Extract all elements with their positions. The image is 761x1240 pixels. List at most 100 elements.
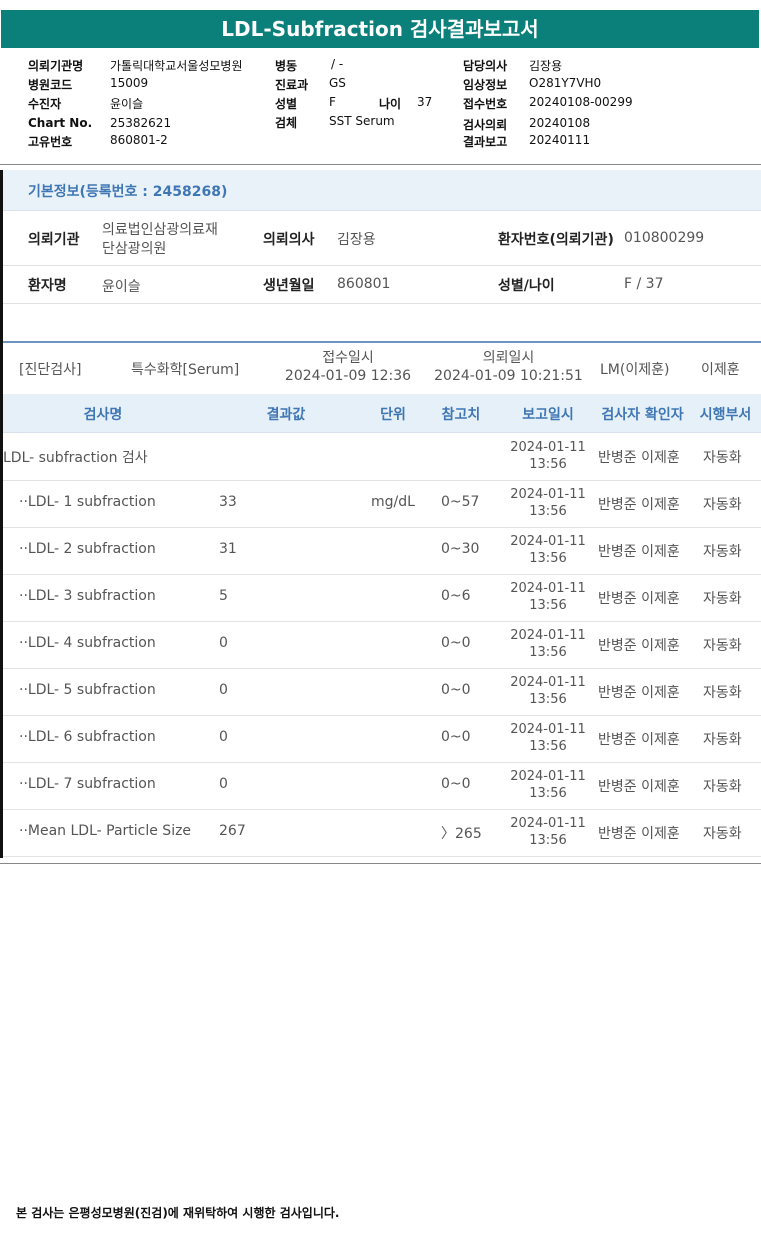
sex-value: F bbox=[329, 95, 336, 109]
basic-info-title: 기본정보(등록번호 : 2458268) bbox=[28, 184, 228, 200]
checker-cell: 반병준 이제훈 bbox=[598, 450, 680, 466]
checker-cell: 반병준 이제훈 bbox=[598, 544, 680, 560]
col-reference: 참고치 bbox=[441, 407, 481, 423]
inst-label: 의뢰기관 bbox=[28, 232, 80, 248]
meta-label: 접수번호 bbox=[463, 97, 508, 111]
specimen-value: SST Serum bbox=[329, 114, 395, 128]
result-cell: 0 bbox=[219, 776, 228, 792]
divider bbox=[0, 863, 761, 864]
report-date-cell: 2024-01-11 bbox=[510, 628, 586, 643]
checker-cell: 반병준 이제훈 bbox=[598, 732, 680, 748]
result-cell: 0 bbox=[219, 729, 228, 745]
basic-info-row: 환자명 윤이슬 생년월일 860801 성별/나이 F / 37 bbox=[3, 266, 761, 304]
basic-info-row: 의뢰기관 의료법인삼광의료재 단삼광의원 의뢰의사 김장용 환자번호(의뢰기관)… bbox=[3, 211, 761, 266]
dept-cell: 자동화 bbox=[703, 685, 742, 701]
patient-no-value: 010800299 bbox=[624, 230, 705, 246]
meta-label: 결과보고 bbox=[463, 135, 508, 149]
meta-value: 20240111 bbox=[529, 133, 591, 147]
col-report-time: 보고일시 bbox=[522, 407, 574, 423]
results-table-header: 검사명 결과값 단위 참고치 보고일시 검사자 확인자 시행부서 bbox=[3, 394, 761, 433]
report-date-cell: 2024-01-11 bbox=[510, 440, 586, 455]
table-row: ··LDL- 4 subfraction 0 0~0 반병준 이제훈 자동화 2024-0… bbox=[3, 621, 761, 669]
meta-value: 윤이슬 bbox=[110, 97, 144, 111]
meta-value: 20240108-00299 bbox=[529, 95, 633, 109]
divider bbox=[0, 164, 761, 165]
result-cell: 267 bbox=[219, 823, 246, 839]
reference-cell: 0~0 bbox=[441, 682, 471, 698]
report-date-cell: 2024-01-11 bbox=[510, 534, 586, 549]
col-dept: 시행부서 bbox=[699, 407, 752, 423]
name-label: 환자명 bbox=[28, 278, 67, 294]
result-cell: 33 bbox=[219, 494, 237, 510]
report-time-cell: 13:56 bbox=[529, 504, 567, 519]
test-name-cell: ··LDL- 5 subfraction bbox=[19, 682, 156, 698]
table-row: ··LDL- 5 subfraction 0 0~0 반병준 이제훈 자동화 2024-0… bbox=[3, 668, 761, 716]
basic-info-header: 기본정보(등록번호 : 2458268) bbox=[3, 170, 761, 211]
meta-label: 고유번호 bbox=[28, 135, 73, 149]
table-row: ··LDL- 1 subfraction 33 mg/dL 0~57 반병준 이제훈 자동… bbox=[3, 480, 761, 528]
inst-value-line2: 단삼광의원 bbox=[102, 241, 167, 257]
reference-cell: 0~57 bbox=[441, 494, 480, 510]
result-cell: 0 bbox=[219, 635, 228, 651]
meta-value: 가톨릭대학교서울성모병원 bbox=[110, 59, 243, 73]
report-date-cell: 2024-01-11 bbox=[510, 675, 586, 690]
report-time-cell: 13:56 bbox=[529, 551, 567, 566]
result-panel: 기본정보(등록번호 : 2458268) 의뢰기관 의료법인삼광의료재 단삼광의… bbox=[0, 170, 761, 858]
test-name-cell: ··LDL- 2 subfraction bbox=[19, 541, 156, 557]
meta-label: Chart No. bbox=[28, 116, 93, 130]
report-time-cell: 13:56 bbox=[529, 692, 567, 707]
result-cell: 31 bbox=[219, 541, 237, 557]
table-row: ··LDL- 3 subfraction 5 0~6 반병준 이제훈 자동화 2024-0… bbox=[3, 574, 761, 622]
report-time-cell: 13:56 bbox=[529, 786, 567, 801]
dept-cell: 자동화 bbox=[703, 638, 742, 654]
checker-cell: 반병준 이제훈 bbox=[598, 685, 680, 701]
test-name-cell: ··LDL- 1 subfraction bbox=[19, 494, 156, 510]
result-cell: 0 bbox=[219, 682, 228, 698]
doctor-label: 의뢰의사 bbox=[263, 232, 315, 248]
diag-confirmer: 이제훈 bbox=[701, 362, 740, 378]
meta-value: 860801-2 bbox=[110, 133, 168, 147]
table-row: ··LDL- 6 subfraction 0 0~0 반병준 이제훈 자동화 2024-0… bbox=[3, 715, 761, 763]
report-date-cell: 2024-01-11 bbox=[510, 769, 586, 784]
name-value: 윤이슬 bbox=[102, 279, 141, 295]
checker-cell: 반병준 이제훈 bbox=[598, 497, 680, 513]
report-time-cell: 13:56 bbox=[529, 457, 567, 472]
dob-label: 생년월일 bbox=[263, 278, 315, 294]
meta-label: 수진자 bbox=[28, 97, 62, 111]
test-name-cell: ··LDL- 7 subfraction bbox=[19, 776, 156, 792]
footer-note: 본 검사는 은평성모병원(진검)에 재위탁하여 시행한 검사입니다. bbox=[16, 1206, 340, 1220]
report-date-cell: 2024-01-11 bbox=[510, 581, 586, 596]
doctor-value: 김장용 bbox=[337, 232, 376, 248]
meta-value: 25382621 bbox=[110, 116, 172, 130]
test-name-cell: ··LDL- 6 subfraction bbox=[19, 729, 156, 745]
test-name-cell: ··LDL- 3 subfraction bbox=[19, 588, 156, 604]
meta-value: 20240108 bbox=[529, 116, 591, 130]
dept-cell: 자동화 bbox=[703, 450, 742, 466]
reference-cell: 0~0 bbox=[441, 635, 471, 651]
dept-cell: 자동화 bbox=[703, 591, 742, 607]
ward-label: 병동 bbox=[275, 59, 298, 73]
meta-label: 담당의사 bbox=[463, 59, 508, 73]
table-row: ··LDL- 2 subfraction 31 0~30 반병준 이제훈 자동화 2024… bbox=[3, 527, 761, 575]
col-test-name: 검사명 bbox=[83, 407, 123, 423]
table-row: LDL- subfraction 검사 반병준 이제훈 자동화 2024-01-11 1… bbox=[3, 433, 761, 481]
report-date-cell: 2024-01-11 bbox=[510, 722, 586, 737]
dept-cell: 자동화 bbox=[703, 826, 742, 842]
report-date-cell: 2024-01-11 bbox=[510, 487, 586, 502]
checker-cell: 반병준 이제훈 bbox=[598, 638, 680, 654]
col-result: 결과값 bbox=[266, 407, 306, 423]
reference-cell: 〉265 bbox=[441, 826, 482, 842]
checker-cell: 반병준 이제훈 bbox=[598, 591, 680, 607]
sexage-value: F / 37 bbox=[624, 276, 664, 292]
patient-no-label: 환자번호(의뢰기관) bbox=[498, 232, 614, 248]
dept-value: GS bbox=[329, 76, 346, 90]
report-title: LDL-Subfraction 검사결과보고서 bbox=[1, 10, 759, 48]
age-label: 나이 bbox=[379, 97, 402, 111]
requested-label: 의뢰일시 bbox=[482, 350, 535, 366]
dept-cell: 자동화 bbox=[703, 544, 742, 560]
sex-label: 성별 bbox=[275, 97, 298, 111]
checker-cell: 반병준 이제훈 bbox=[598, 779, 680, 795]
meta-value: 15009 bbox=[110, 76, 149, 90]
report-time-cell: 13:56 bbox=[529, 739, 567, 754]
meta-label: 병원코드 bbox=[28, 78, 73, 92]
